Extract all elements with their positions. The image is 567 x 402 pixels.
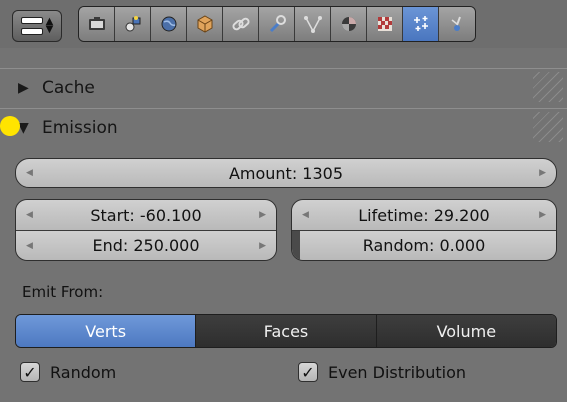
tab-render[interactable] — [79, 7, 115, 41]
render-layers-icon — [125, 16, 140, 32]
decrement-arrow-icon[interactable]: ◀ — [302, 210, 309, 220]
tab-texture[interactable] — [367, 7, 403, 41]
material-icon — [341, 17, 356, 31]
particles-icon — [413, 16, 428, 31]
increment-arrow-icon[interactable]: ▶ — [259, 210, 266, 220]
tab-physics[interactable] — [439, 7, 475, 41]
even-distribution-checkbox-label: Even Distribution — [328, 362, 466, 382]
emit-from-faces[interactable]: Faces — [196, 315, 377, 347]
lifetime-random-group: ◀ Lifetime: 29.200 ▶ Random: 0.000 — [291, 199, 557, 261]
context-tabs — [78, 6, 476, 42]
world-icon — [161, 16, 176, 32]
random-checkbox[interactable]: ✓ Random — [20, 362, 116, 382]
panel-emission-title: Emission — [42, 117, 118, 138]
collapsed-triangle-icon: ▶ — [18, 79, 29, 96]
emit-from-selector: Verts Faces Volume — [15, 314, 557, 348]
properties-editor-icon — [20, 17, 43, 35]
tab-particles[interactable] — [403, 7, 439, 41]
panel-drag-grip[interactable] — [533, 112, 563, 142]
modifiers-wrench-icon — [269, 15, 286, 33]
even-distribution-checkbox[interactable]: ✓ Even Distribution — [298, 362, 466, 382]
camera-render-icon — [88, 17, 105, 30]
tab-modifiers[interactable] — [259, 7, 295, 41]
physics-icon — [451, 16, 461, 31]
random-checkbox-label: Random — [50, 362, 117, 382]
properties-header: ▲ ▼ — [0, 0, 567, 48]
panel-cache-title: Cache — [42, 77, 95, 98]
checkmark-icon[interactable]: ✓ — [298, 362, 318, 382]
amount-value: Amount: 1305 — [228, 163, 344, 183]
tab-constraints[interactable] — [223, 7, 259, 41]
panel-drag-grip[interactable] — [533, 72, 563, 102]
emit-from-volume[interactable]: Volume — [376, 315, 556, 347]
tab-material[interactable] — [331, 7, 367, 41]
lifetime-value: Lifetime: 29.200 — [358, 205, 490, 225]
decrement-arrow-icon[interactable]: ◀ — [26, 168, 33, 178]
checkmark-icon[interactable]: ✓ — [20, 362, 40, 382]
start-end-group: ◀ Start: -60.100 ▶ ◀ End: 250.000 ▶ — [15, 199, 277, 261]
decrement-arrow-icon[interactable]: ◀ — [26, 210, 33, 220]
end-value: End: 250.000 — [92, 236, 200, 255]
constraints-link-icon — [231, 17, 250, 31]
emit-from-label: Emit From: — [22, 283, 104, 301]
increment-arrow-icon[interactable]: ▶ — [539, 210, 546, 220]
object-data-icon — [303, 16, 322, 33]
tab-object[interactable] — [187, 7, 223, 41]
random-value: Random: 0.000 — [362, 236, 486, 255]
increment-arrow-icon[interactable]: ▶ — [539, 168, 546, 178]
object-cube-icon — [197, 15, 212, 33]
cursor-highlight — [0, 116, 20, 136]
tab-scene[interactable] — [151, 7, 187, 41]
decrement-arrow-icon[interactable]: ◀ — [26, 241, 33, 251]
tab-object-data[interactable] — [295, 7, 331, 41]
tab-render-layers[interactable] — [115, 7, 151, 41]
emit-from-verts[interactable]: Verts — [16, 315, 197, 347]
texture-checker-icon — [377, 17, 392, 31]
panel-emission-header[interactable]: ▼ Emission — [0, 108, 567, 146]
expanded-triangle-icon: ▼ — [18, 119, 29, 136]
panel-cache-header[interactable]: ▶ Cache — [0, 68, 567, 106]
start-value: Start: -60.100 — [90, 205, 202, 225]
updown-arrows-icon: ▲ ▼ — [45, 16, 54, 35]
amount-field[interactable]: ◀ Amount: 1305 ▶ — [15, 158, 557, 188]
lifetime-field[interactable]: ◀ Lifetime: 29.200 ▶ — [292, 200, 556, 230]
random-slider-fill — [292, 231, 300, 260]
editor-type-menu[interactable]: ▲ ▼ — [12, 10, 62, 42]
start-field[interactable]: ◀ Start: -60.100 ▶ — [16, 200, 276, 230]
random-slider[interactable]: Random: 0.000 — [292, 230, 556, 260]
end-field[interactable]: ◀ End: 250.000 ▶ — [16, 230, 276, 260]
increment-arrow-icon[interactable]: ▶ — [259, 241, 266, 251]
